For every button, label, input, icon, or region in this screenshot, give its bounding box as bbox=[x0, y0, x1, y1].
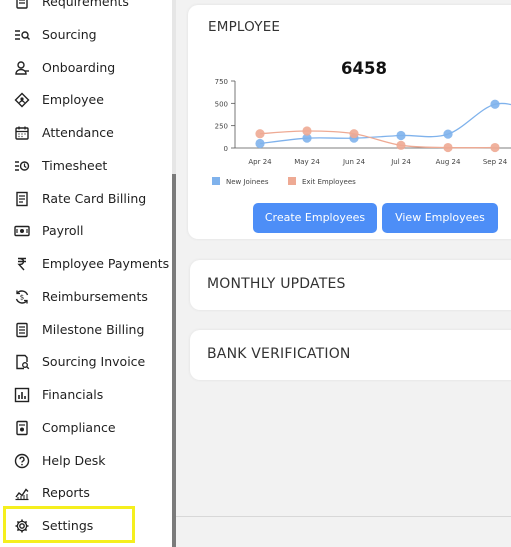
sidebar-item-label: Sourcing Invoice bbox=[42, 354, 146, 370]
chart-x-tick-label: Jul 24 bbox=[390, 158, 411, 166]
sidebar-item-reports[interactable]: Reports bbox=[0, 478, 172, 508]
sidebar-item-label: Compliance bbox=[42, 419, 116, 435]
footer-divider bbox=[176, 516, 511, 517]
chart-x-tick-label: Apr 24 bbox=[248, 158, 272, 166]
sidebar-item-label: Rate Card Billing bbox=[42, 190, 147, 206]
onboarding-icon bbox=[15, 60, 29, 75]
calendar-icon bbox=[15, 126, 29, 140]
chart-x-tick-label: Aug 24 bbox=[436, 158, 461, 166]
chart-legend-swatch bbox=[212, 177, 220, 185]
sidebar-item-timesheet[interactable]: Timesheet bbox=[0, 151, 172, 181]
sidebar-item-label: Employee bbox=[42, 92, 104, 108]
sidebar-item-label: Sourcing bbox=[42, 26, 97, 42]
payroll-icon bbox=[14, 226, 30, 237]
sidebar-item-label: Help Desk bbox=[42, 452, 106, 468]
invoice-search-icon bbox=[16, 355, 30, 370]
sidebar-item-employee-payments[interactable]: Employee Payments bbox=[0, 249, 172, 279]
bank-verification-card[interactable]: BANK VERIFICATION bbox=[190, 330, 511, 380]
sourcing-icon bbox=[15, 30, 30, 40]
chart-x-tick-label: Sep 24 bbox=[483, 158, 508, 166]
sidebar-item-reimbursements[interactable]: $ Reimbursements bbox=[0, 282, 172, 312]
chart-point-exit-employees bbox=[490, 142, 500, 153]
view-employees-button[interactable]: View Employees bbox=[382, 203, 498, 233]
sidebar-item-financials[interactable]: Financials bbox=[0, 380, 172, 410]
chart-point-new-joinees bbox=[396, 130, 406, 141]
chart-point-exit-employees bbox=[396, 140, 406, 150]
sidebar-item-milestone-billing[interactable]: Milestone Billing bbox=[0, 315, 172, 345]
chart-point-exit-employees bbox=[302, 126, 312, 136]
chart-point-exit-employees bbox=[349, 129, 359, 139]
svg-text:$: $ bbox=[20, 293, 24, 301]
sidebar-item-label: Employee Payments bbox=[42, 256, 170, 271]
sidebar-item-sourcing-invoice[interactable]: Sourcing Invoice bbox=[0, 347, 172, 377]
reimbursement-icon: $ bbox=[15, 290, 29, 304]
sidebar-item-label: Requirements bbox=[42, 0, 129, 9]
chart-legend-label: New Joinees bbox=[226, 178, 269, 186]
sidebar-item-payroll[interactable]: Payroll bbox=[0, 216, 172, 246]
monthly-updates-card[interactable]: MONTHLY UPDATES bbox=[190, 260, 511, 310]
help-icon bbox=[14, 453, 30, 468]
reports-icon bbox=[15, 488, 29, 501]
bank-verification-title: BANK VERIFICATION bbox=[207, 346, 351, 362]
sidebar-item-label: Reimbursements bbox=[42, 288, 148, 304]
sidebar-item-onboarding[interactable]: Onboarding bbox=[0, 53, 172, 83]
rupee-icon bbox=[17, 257, 26, 271]
sidebar-item-label: Milestone Billing bbox=[42, 321, 145, 337]
sidebar-item-rate-card-billing[interactable]: Rate Card Billing bbox=[0, 184, 172, 214]
sidebar: Requirements Sourcing Onboarding Employee At… bbox=[0, 0, 172, 547]
employee-chart: 0 250 500 750 Apr 24 May 24 Jun 24 Jul 24 Aug 24… bbox=[212, 78, 511, 186]
sidebar-item-sourcing[interactable]: Sourcing bbox=[0, 20, 172, 50]
create-employees-button[interactable]: Create Employees bbox=[253, 203, 377, 233]
chart-legend-swatch bbox=[288, 177, 296, 185]
monthly-updates-title: MONTHLY UPDATES bbox=[207, 276, 346, 292]
employee-icon bbox=[14, 92, 30, 108]
document-icon bbox=[16, 322, 28, 337]
sidebar-item-attendance[interactable]: Attendance bbox=[0, 118, 172, 148]
chart-point-exit-employees bbox=[255, 129, 265, 139]
sidebar-item-compliance[interactable]: Compliance bbox=[0, 413, 172, 443]
chart-point-new-joinees bbox=[443, 129, 453, 139]
sidebar-item-label: Attendance bbox=[42, 125, 114, 140]
chart-point-new-joinees bbox=[255, 138, 265, 149]
timesheet-icon bbox=[15, 161, 30, 171]
chart-x-tick-label: Jun 24 bbox=[342, 158, 366, 166]
sidebar-item-label: Timesheet bbox=[42, 157, 108, 173]
chart-y-tick-label: 500 bbox=[215, 100, 228, 108]
main-content: EMPLOYEE 6458 0 250 500 750 Apr 24 May 24 Jun … bbox=[176, 0, 511, 547]
chart-y-tick-label: 750 bbox=[215, 78, 228, 86]
employee-card-title: EMPLOYEE bbox=[208, 19, 281, 35]
sidebar-item-requirements[interactable]: Requirements bbox=[0, 0, 172, 17]
chart-y-tick-label: 0 bbox=[224, 145, 228, 153]
chart-legend-label: Exit Employees bbox=[302, 178, 356, 186]
chart-point-new-joinees bbox=[490, 99, 500, 109]
chart-point-exit-employees bbox=[443, 142, 453, 153]
sidebar-item-label: Reports bbox=[42, 485, 90, 501]
chart-line-new-joinees bbox=[259, 102, 511, 145]
financials-icon bbox=[14, 387, 30, 403]
sidebar-item-label: Onboarding bbox=[42, 59, 116, 75]
sidebar-item-help-desk[interactable]: Help Desk bbox=[0, 446, 172, 476]
billing-icon bbox=[16, 191, 28, 206]
employee-card: EMPLOYEE 6458 0 250 500 750 Apr 24 May 24 Jun … bbox=[188, 5, 511, 239]
sidebar-item-label: Financials bbox=[42, 387, 104, 402]
sidebar-item-employee[interactable]: Employee bbox=[0, 85, 172, 115]
chart-y-tick-label: 250 bbox=[215, 123, 228, 131]
compliance-icon bbox=[16, 420, 28, 435]
settings-highlight bbox=[3, 506, 135, 543]
sidebar-item-label: Payroll bbox=[42, 223, 84, 239]
requirements-icon bbox=[16, 0, 28, 9]
chart-x-tick-label: May 24 bbox=[294, 158, 320, 166]
